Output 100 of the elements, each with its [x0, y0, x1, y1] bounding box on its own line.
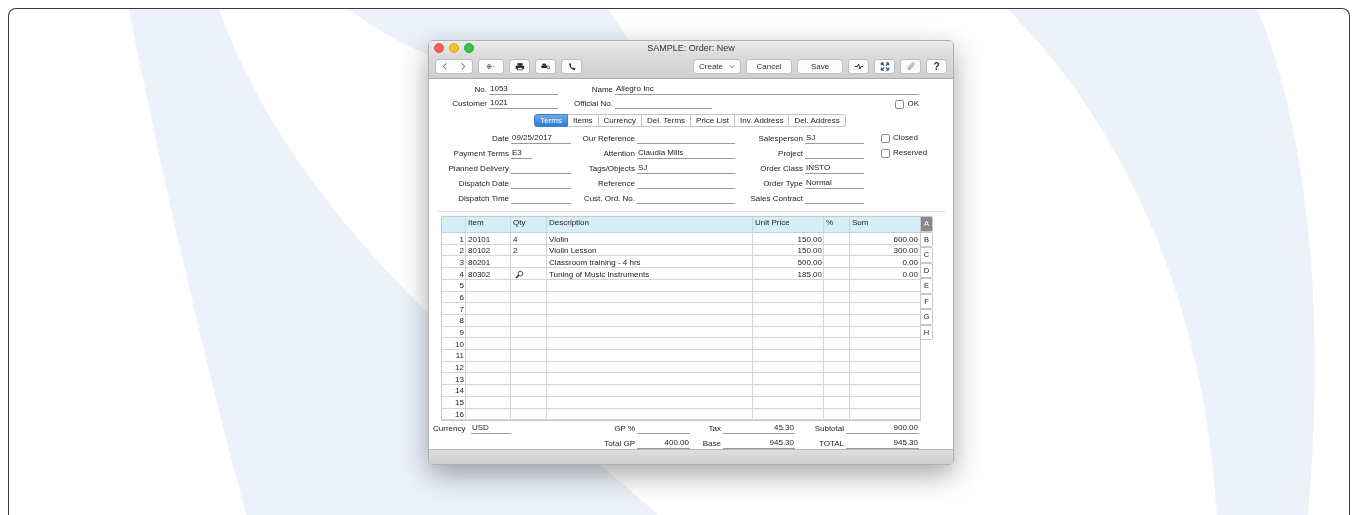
input-field[interactable]: INSTO [805, 163, 864, 175]
attach-button[interactable] [900, 59, 921, 74]
tab[interactable]: Del. Terms [642, 114, 692, 128]
row-number: 14 [454, 385, 465, 397]
caret-icon [729, 64, 735, 69]
customer-field[interactable]: 1021 [489, 98, 558, 110]
row-number: 11 [454, 350, 465, 362]
phone-button[interactable] [561, 59, 582, 74]
row-number: 8 [458, 315, 465, 327]
window-title: SAMPLE: Order: New [647, 42, 735, 53]
row-number: 7 [458, 303, 465, 315]
forward-icon[interactable] [458, 62, 468, 71]
checkbox-label: OK [907, 99, 919, 110]
field-label: Dispatch Date [457, 179, 509, 190]
field-label: Attention [602, 149, 635, 160]
table-cell[interactable]: 80201 [466, 256, 511, 269]
gear-icon [486, 62, 496, 71]
currency-field[interactable]: USD [471, 423, 511, 435]
expand-arrows-icon [879, 62, 890, 71]
table-cell[interactable]: 150.00 [753, 233, 824, 245]
input-field[interactable]: 09/25/2017 [511, 133, 571, 145]
table-cell[interactable]: Violin [547, 233, 753, 245]
column-header: Unit Price [753, 217, 824, 233]
field-label: Name [590, 85, 613, 96]
table-cell[interactable]: 500.00 [753, 256, 824, 269]
table-cell[interactable]: 185.00 [753, 268, 824, 280]
row-number: 9 [458, 327, 465, 339]
name-field[interactable]: Allegro Inc [615, 84, 919, 96]
table-cell[interactable]: 4 [511, 233, 547, 245]
zoom-icon[interactable] [464, 42, 474, 53]
field-label: Date [491, 134, 509, 145]
subtotal-field[interactable]: 900.00 [846, 423, 919, 435]
table-cell[interactable]: 300.00 [850, 244, 920, 257]
back-forward-control[interactable] [435, 59, 473, 74]
number-field[interactable]: 1053 [489, 84, 558, 96]
row-number: 10 [454, 338, 465, 351]
tab[interactable]: Inv. Address [735, 114, 790, 128]
table-cell[interactable]: Violin Lesson [547, 244, 753, 257]
field-label: Base [701, 439, 721, 450]
table-cell[interactable]: 0.00 [850, 268, 920, 280]
input-field[interactable]: Normal [805, 178, 864, 190]
table-cell[interactable]: 600.00 [850, 233, 920, 245]
table-cell[interactable]: Tuning of Music Instruments [547, 268, 753, 280]
table-cell[interactable]: 0.00 [850, 256, 920, 269]
expand-button[interactable] [874, 59, 895, 74]
activity-button[interactable] [848, 59, 869, 74]
table-cell[interactable]: 150.00 [753, 244, 824, 257]
tab[interactable]: Items [568, 114, 599, 128]
column-header: Sum [851, 217, 870, 230]
toolbar-button[interactable]: Save [797, 59, 843, 74]
column-header: Qty [511, 217, 547, 233]
field-label: Planned Delivery [447, 164, 509, 175]
field-label: Project [777, 149, 803, 160]
close-icon[interactable] [434, 42, 444, 53]
table-cell[interactable]: 80102 [466, 244, 511, 257]
row-number: 13 [454, 373, 465, 386]
phone-icon [566, 62, 577, 71]
table-cell[interactable]: 80302 [466, 268, 511, 280]
print-preview-button[interactable] [535, 59, 556, 74]
checkbox-label: Closed [893, 133, 918, 144]
field-label: No. [473, 85, 487, 96]
tab[interactable]: Del. Address [789, 114, 846, 128]
magnifier-icon[interactable] [515, 269, 524, 279]
minimize-icon[interactable] [449, 42, 459, 53]
input-field[interactable]: Claudia Mills [637, 148, 735, 160]
column-header: Item [466, 217, 511, 233]
checkbox[interactable] [881, 148, 890, 158]
field-label: Our Reference [581, 134, 635, 145]
input-field[interactable]: SJ [805, 133, 864, 145]
back-icon[interactable] [440, 62, 450, 71]
toolbar-button[interactable]: Cancel [746, 59, 792, 74]
field-label: Official No. [573, 99, 613, 110]
field-label: Subtotal [813, 424, 844, 435]
table-cell[interactable]: 20101 [466, 233, 511, 245]
gear-menu-button[interactable] [478, 59, 504, 74]
row-number: 5 [458, 280, 465, 292]
printer-icon [514, 62, 525, 71]
tax-field[interactable]: 45.30 [723, 423, 795, 435]
field-label: Total GP [603, 439, 635, 450]
checkbox-label: Reserved [893, 148, 928, 159]
create-dropdown[interactable]: Create [693, 59, 741, 74]
ok-checkbox[interactable] [895, 99, 905, 109]
field-label: Order Class [759, 164, 803, 175]
help-button[interactable]: ? [926, 59, 947, 74]
field-label: Customer [451, 99, 487, 110]
tab[interactable]: Price List [691, 114, 735, 128]
input-field[interactable]: SJ [637, 163, 735, 175]
input-field[interactable]: E3 [511, 148, 532, 160]
table-cell[interactable]: 2 [511, 244, 547, 257]
field-label: Salesperson [757, 134, 803, 145]
column-header: % [824, 217, 850, 233]
print-button[interactable] [509, 59, 530, 74]
field-label: Currency [432, 424, 467, 435]
row-number: 1 [458, 233, 465, 245]
table-cell[interactable]: Classroom training - 4 hrs [547, 256, 753, 269]
checkbox[interactable] [881, 133, 890, 143]
tab[interactable]: Currency [598, 114, 642, 128]
row-number: 2 [458, 245, 465, 257]
row-number: 3 [458, 256, 465, 269]
field-label: Payment Terms [452, 149, 509, 160]
